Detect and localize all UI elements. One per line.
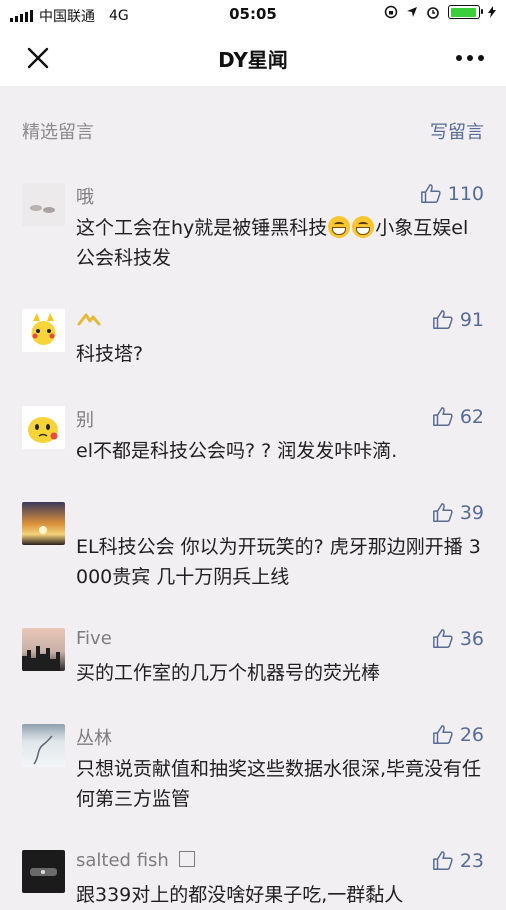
- like-button[interactable]: 39: [432, 502, 484, 524]
- thumbs-up-icon: [432, 851, 453, 870]
- thumbs-up-icon: [420, 184, 441, 203]
- avatar[interactable]: [22, 183, 65, 226]
- like-count: 91: [459, 309, 484, 331]
- like-count: 39: [459, 502, 484, 524]
- avatar[interactable]: [22, 628, 65, 671]
- comment-text: EL科技公会 你以为开玩笑的? 虎牙那边刚开播 3000贵宾 几十万阴兵上线: [76, 536, 481, 588]
- comment-text: 买的工作室的几万个机器号的荧光棒: [76, 662, 381, 684]
- section-title: 精选留言: [22, 122, 94, 143]
- thumbs-up-icon: [432, 310, 453, 329]
- thumbs-up-icon: [432, 725, 453, 744]
- charging-icon: [488, 6, 496, 18]
- comment-text: 跟339对上的都没啥好果子吃,一群黏人: [76, 884, 404, 906]
- author-name-text: salted fish: [76, 850, 169, 871]
- like-button[interactable]: 23: [432, 850, 484, 872]
- comment-text-part: 这个工会在hy就是被锤黑科技: [76, 217, 328, 239]
- avatar[interactable]: [22, 406, 65, 449]
- like-button[interactable]: 62: [432, 406, 484, 428]
- comment-author: 别: [76, 410, 94, 431]
- checkbox-symbol-icon: [178, 851, 195, 867]
- thumbs-up-icon: [432, 629, 453, 648]
- write-comment-link[interactable]: 写留言: [430, 118, 484, 144]
- location-icon: [407, 7, 417, 17]
- avatar[interactable]: [22, 724, 65, 767]
- grin-emoji-icon: [328, 216, 351, 238]
- name-symbol-icon: [77, 313, 101, 326]
- comments-header: 精选留言 写留言: [22, 118, 484, 146]
- like-button[interactable]: 91: [432, 309, 484, 331]
- like-count: 26: [459, 724, 484, 746]
- comment-text: el不都是科技公会吗? ? 润发发咔咔滴.: [76, 440, 398, 462]
- comment-author: salted fish: [76, 850, 195, 871]
- battery-icon: [448, 5, 483, 19]
- comment-text: 这个工会在hy就是被锤黑科技 小象互娱el公会科技发: [76, 213, 484, 273]
- comment-text: 科技塔?: [76, 343, 144, 365]
- avatar[interactable]: [22, 850, 65, 893]
- like-count: 62: [459, 406, 484, 428]
- thumbs-up-icon: [432, 407, 453, 426]
- like-count: 110: [447, 183, 484, 205]
- grin-emoji-icon: [352, 216, 375, 238]
- comment-author: Five: [76, 628, 112, 649]
- like-button[interactable]: 36: [432, 628, 484, 650]
- more-icon[interactable]: [456, 46, 484, 70]
- alarm-icon: [427, 7, 439, 19]
- comment-author: [76, 309, 102, 334]
- thumbs-up-icon: [432, 503, 453, 522]
- comment-text: 只想说贡献值和抽奖这些数据水很深,毕竟没有任何第三方监管: [76, 758, 482, 810]
- like-button[interactable]: 26: [432, 724, 484, 746]
- like-button[interactable]: 110: [420, 183, 484, 205]
- nav-bar: DY星闻: [0, 28, 506, 86]
- avatar[interactable]: [22, 502, 65, 545]
- like-count: 36: [459, 628, 484, 650]
- page-title: DY星闻: [218, 48, 288, 72]
- like-count: 23: [459, 850, 484, 872]
- avatar[interactable]: [22, 309, 65, 352]
- comment-author: 丛林: [76, 728, 112, 749]
- lock-rotation-icon: [384, 5, 398, 19]
- comment-author: 哦: [76, 187, 94, 208]
- status-right: [384, 5, 496, 19]
- status-bar: 中国联通 4G 05:05: [0, 0, 506, 28]
